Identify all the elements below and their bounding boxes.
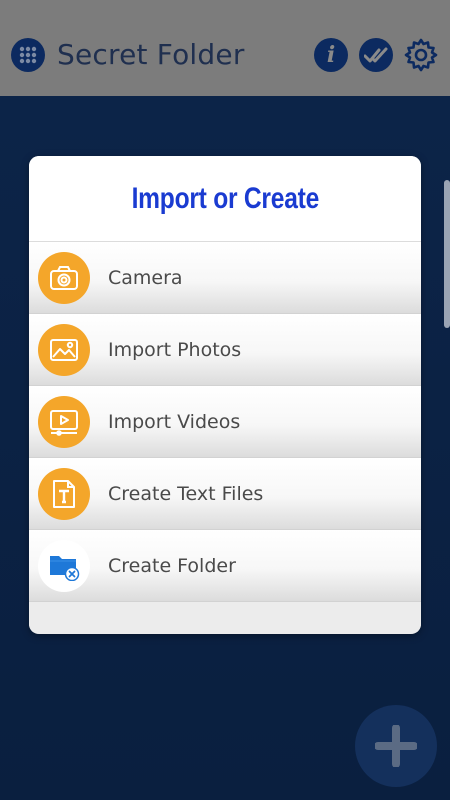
dialog-header: Import or Create: [29, 156, 421, 242]
app-title: Secret Folder: [57, 38, 245, 71]
photo-icon: [38, 323, 90, 376]
option-import-photos[interactable]: Import Photos: [29, 314, 421, 386]
dialog-footer: [29, 602, 421, 632]
settings-button[interactable]: [404, 38, 438, 72]
option-camera[interactable]: Camera: [29, 242, 421, 314]
camera-icon: [38, 251, 90, 304]
option-label: Camera: [108, 266, 183, 289]
option-label: Create Text Files: [108, 482, 264, 505]
option-label: Create Folder: [108, 554, 236, 577]
gear-icon: [404, 38, 438, 72]
import-create-dialog: Import or Create Camera Import Photos Im…: [29, 156, 421, 634]
scrollbar[interactable]: [444, 180, 450, 328]
add-button[interactable]: [355, 705, 437, 787]
app-bar: Secret Folder i: [0, 0, 450, 96]
option-label: Import Videos: [108, 410, 241, 433]
dialog-title: Import or Create: [131, 181, 319, 215]
option-label: Import Photos: [108, 338, 242, 361]
option-create-text-files[interactable]: Create Text Files: [29, 458, 421, 530]
option-create-folder[interactable]: Create Folder: [29, 530, 421, 602]
option-import-videos[interactable]: Import Videos: [29, 386, 421, 458]
grid-menu-icon: [19, 46, 37, 64]
grid-menu-button[interactable]: [11, 38, 45, 72]
text-file-icon: [38, 467, 90, 520]
select-all-button[interactable]: [359, 38, 393, 72]
video-icon: [38, 395, 90, 448]
plus-icon: [375, 725, 417, 767]
info-button[interactable]: i: [314, 38, 348, 72]
double-check-icon: [364, 47, 388, 63]
info-icon: i: [326, 42, 336, 68]
folder-icon: [38, 539, 90, 592]
